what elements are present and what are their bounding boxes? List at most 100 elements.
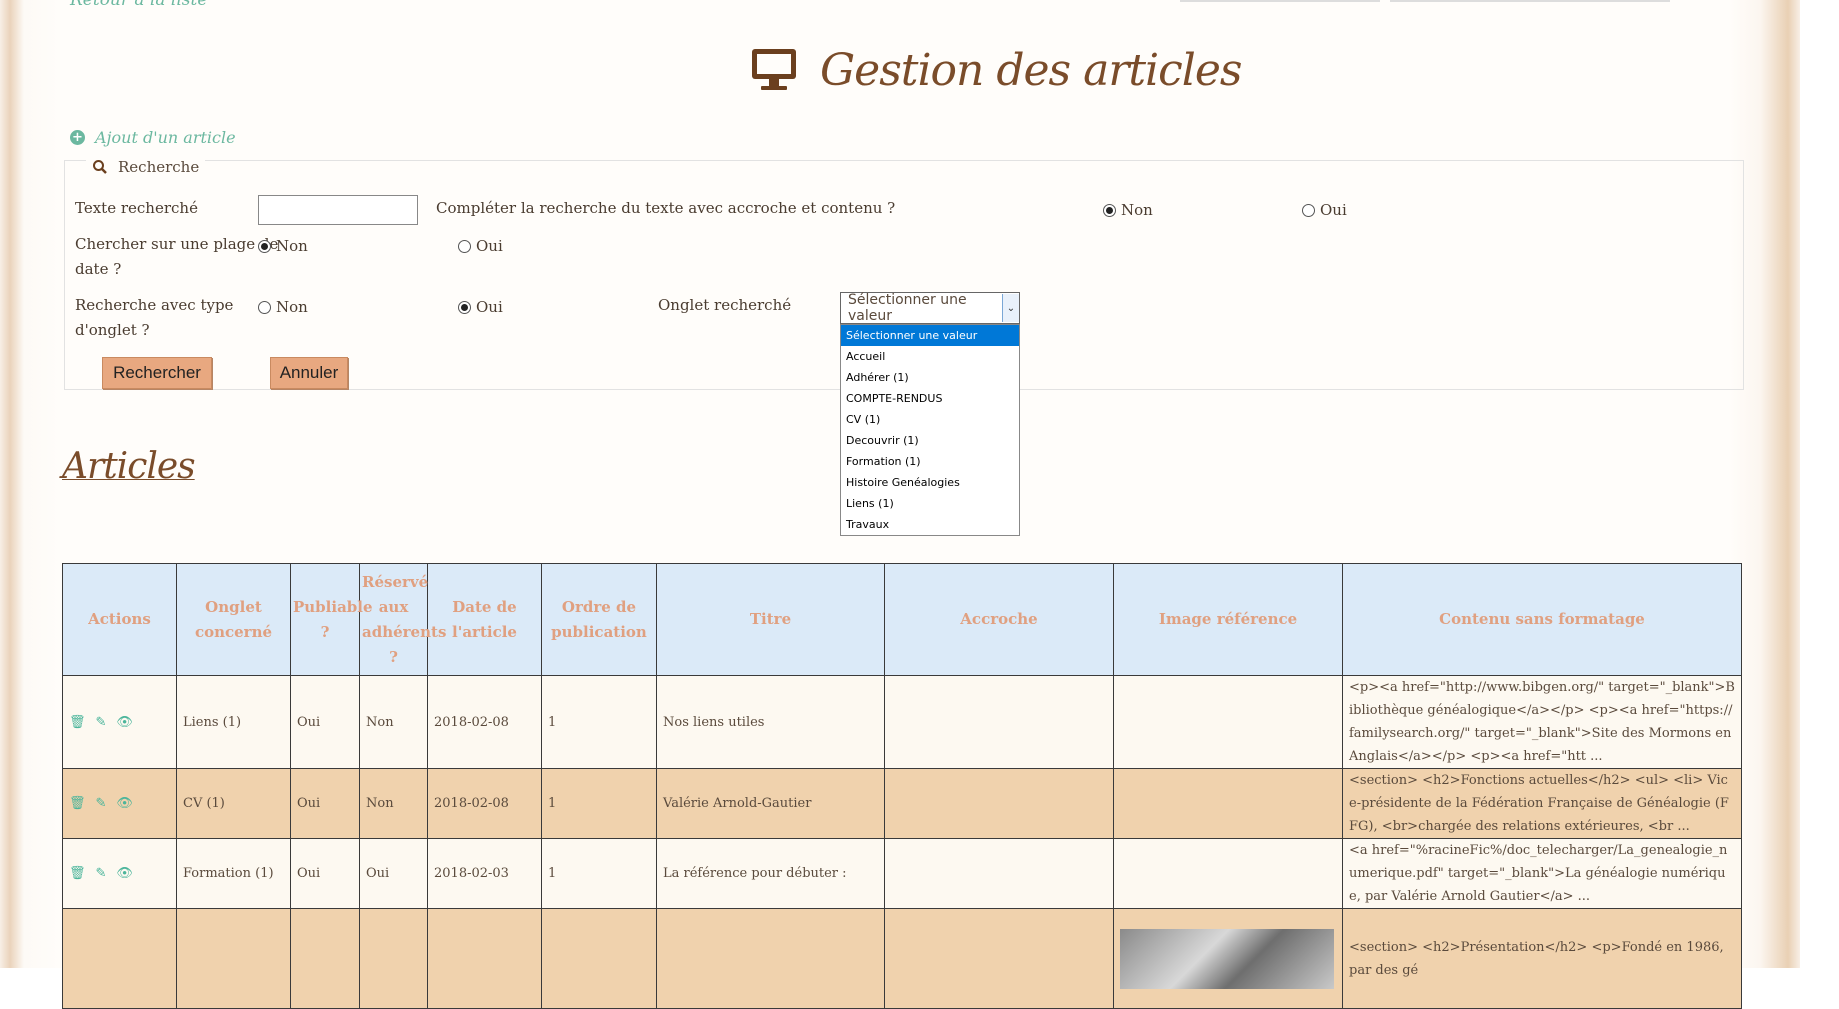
edit-icon[interactable]: ✎ — [96, 862, 107, 885]
tab-type-label: Recherche avec type d'onglet ? — [75, 296, 234, 339]
column-header[interactable]: Réservé aux adhérents ? — [359, 563, 446, 676]
tab-select-dropdown: Sélectionner une valeur Accueil Adhérer … — [840, 324, 1020, 536]
monitor-icon — [752, 49, 796, 90]
table-cell — [176, 908, 291, 1009]
complete-oui-radio[interactable]: Oui — [1302, 201, 1347, 219]
table-cell: <p><a href="http://www.bibgen.org/" targ… — [1342, 675, 1742, 769]
column-header[interactable]: Actions — [62, 563, 177, 676]
table-cell: Nos liens utiles — [656, 675, 885, 769]
articles-heading: Articles — [62, 446, 196, 487]
actions-cell: 🗑 ✎ 👁 — [62, 768, 177, 839]
table-cell: Valérie Arnold-Gautier — [656, 768, 885, 839]
dropdown-option[interactable]: Histoire Genéalogies — [841, 472, 1019, 493]
actions-cell — [62, 908, 177, 1009]
dropdown-option[interactable]: Sélectionner une valeur — [841, 325, 1019, 346]
type-non-radio[interactable]: Non — [258, 298, 308, 316]
tab-select-value: Sélectionner une valeur — [848, 292, 967, 324]
table-row: 🗑 ✎ 👁 Liens (1) Oui Non 2018-02-08 1 Nos l… — [62, 675, 1742, 769]
dropdown-option[interactable]: Decouvrir (1) — [841, 430, 1019, 451]
column-header[interactable]: Date de l'article — [427, 563, 542, 676]
table-cell: Oui — [359, 838, 428, 909]
table-cell — [884, 675, 1114, 769]
edit-icon[interactable]: ✎ — [96, 711, 107, 734]
column-header[interactable]: Contenu sans formatage — [1342, 563, 1742, 676]
search-icon — [93, 160, 107, 174]
radio-unchecked-icon — [1302, 203, 1315, 217]
column-header[interactable]: Ordre de publication — [541, 563, 657, 676]
table-cell: CV (1) — [176, 768, 291, 839]
image-cell — [1113, 908, 1343, 1009]
table-row: 🗑 ✎ 👁 CV (1) Oui Non 2018-02-08 1 Valérie … — [62, 768, 1742, 839]
table-cell — [656, 908, 885, 1009]
table-header-row: Actions Onglet concerné Publiable ? Rése… — [62, 563, 1742, 676]
complete-search-label: Compléter la recherche du texte avec acc… — [436, 199, 896, 217]
complete-non-radio[interactable]: Non — [1103, 201, 1153, 219]
column-header[interactable]: Image référence — [1113, 563, 1343, 676]
column-header[interactable]: Publiable ? — [290, 563, 373, 676]
add-article-link[interactable]: + Ajout d'un article — [70, 128, 236, 147]
dropdown-option[interactable]: Liens (1) — [841, 493, 1019, 514]
page-title: Gestion des articles — [750, 40, 1242, 100]
actions-cell: 🗑 ✎ 👁 — [62, 838, 177, 909]
top-divider — [1390, 0, 1670, 2]
table-cell: <a href="%racineFic%/doc_telecharger/La_… — [1342, 838, 1742, 909]
radio-label: Non — [276, 298, 308, 316]
column-header[interactable]: Titre — [656, 563, 885, 676]
trash-icon[interactable]: 🗑 — [69, 862, 86, 885]
search-legend: Recherche — [86, 158, 206, 176]
image-cell — [1113, 675, 1343, 769]
date-oui-radio[interactable]: Oui — [458, 237, 503, 255]
table-cell — [359, 908, 428, 1009]
table-cell: 1 — [541, 838, 657, 909]
chevron-down-icon[interactable]: ⌄ — [1002, 294, 1019, 322]
trash-icon[interactable]: 🗑 — [69, 792, 86, 815]
actions-cell: 🗑 ✎ 👁 — [62, 675, 177, 769]
radio-label: Oui — [476, 298, 503, 316]
table-row: 🗑 ✎ 👁 Formation (1) Oui Oui 2018-02-03 1 L… — [62, 838, 1742, 909]
edit-icon[interactable]: ✎ — [96, 792, 107, 815]
cancel-button[interactable]: Annuler — [270, 357, 348, 389]
plus-circle-icon: + — [70, 130, 85, 145]
radio-unchecked-icon — [458, 239, 471, 253]
dropdown-option[interactable]: Formation (1) — [841, 451, 1019, 472]
type-oui-radio[interactable]: Oui — [458, 298, 503, 316]
table-cell — [427, 908, 542, 1009]
table-cell: 2018-02-08 — [427, 768, 542, 839]
search-legend-label: Recherche — [118, 158, 200, 176]
radio-label: Non — [276, 237, 308, 255]
table-cell — [541, 908, 657, 1009]
image-cell — [1113, 768, 1343, 839]
table-cell: Non — [359, 675, 428, 769]
radio-checked-icon — [458, 300, 471, 314]
date-non-radio[interactable]: Non — [258, 237, 308, 255]
table-cell: Oui — [290, 768, 360, 839]
back-link[interactable]: Retour à la liste — [70, 0, 207, 10]
table-cell — [884, 768, 1114, 839]
add-article-label: Ajout d'un article — [95, 128, 236, 147]
search-button[interactable]: Rechercher — [102, 357, 212, 389]
column-header[interactable]: Accroche — [884, 563, 1114, 676]
radio-checked-icon — [1103, 203, 1116, 217]
dropdown-option[interactable]: Adhérer (1) — [841, 367, 1019, 388]
table-cell: Formation (1) — [176, 838, 291, 909]
dropdown-option[interactable]: COMPTE-RENDUS — [841, 388, 1019, 409]
dropdown-option[interactable]: Travaux — [841, 514, 1019, 535]
table-cell: Non — [359, 768, 428, 839]
radio-label: Non — [1121, 201, 1153, 219]
table-cell — [884, 908, 1114, 1009]
date-range-label: Chercher sur une plage de date ? — [75, 235, 279, 278]
table-cell: <section> <h2>Fonctions actuelles</h2> <… — [1342, 768, 1742, 839]
search-text-label: Texte recherché — [75, 199, 198, 217]
search-text-input[interactable] — [258, 195, 418, 225]
dropdown-option[interactable]: Accueil — [841, 346, 1019, 367]
trash-icon[interactable]: 🗑 — [69, 711, 86, 734]
table-cell — [290, 908, 360, 1009]
dropdown-option[interactable]: CV (1) — [841, 409, 1019, 430]
page-title-text: Gestion des articles — [820, 44, 1242, 96]
table-cell: 2018-02-03 — [427, 838, 542, 909]
column-header[interactable]: Onglet concerné — [176, 563, 291, 676]
eye-icon[interactable]: 👁 — [116, 711, 133, 734]
eye-icon[interactable]: 👁 — [116, 792, 133, 815]
tab-select[interactable]: Sélectionner une valeur ⌄ — [840, 292, 1020, 324]
eye-icon[interactable]: 👁 — [116, 862, 133, 885]
